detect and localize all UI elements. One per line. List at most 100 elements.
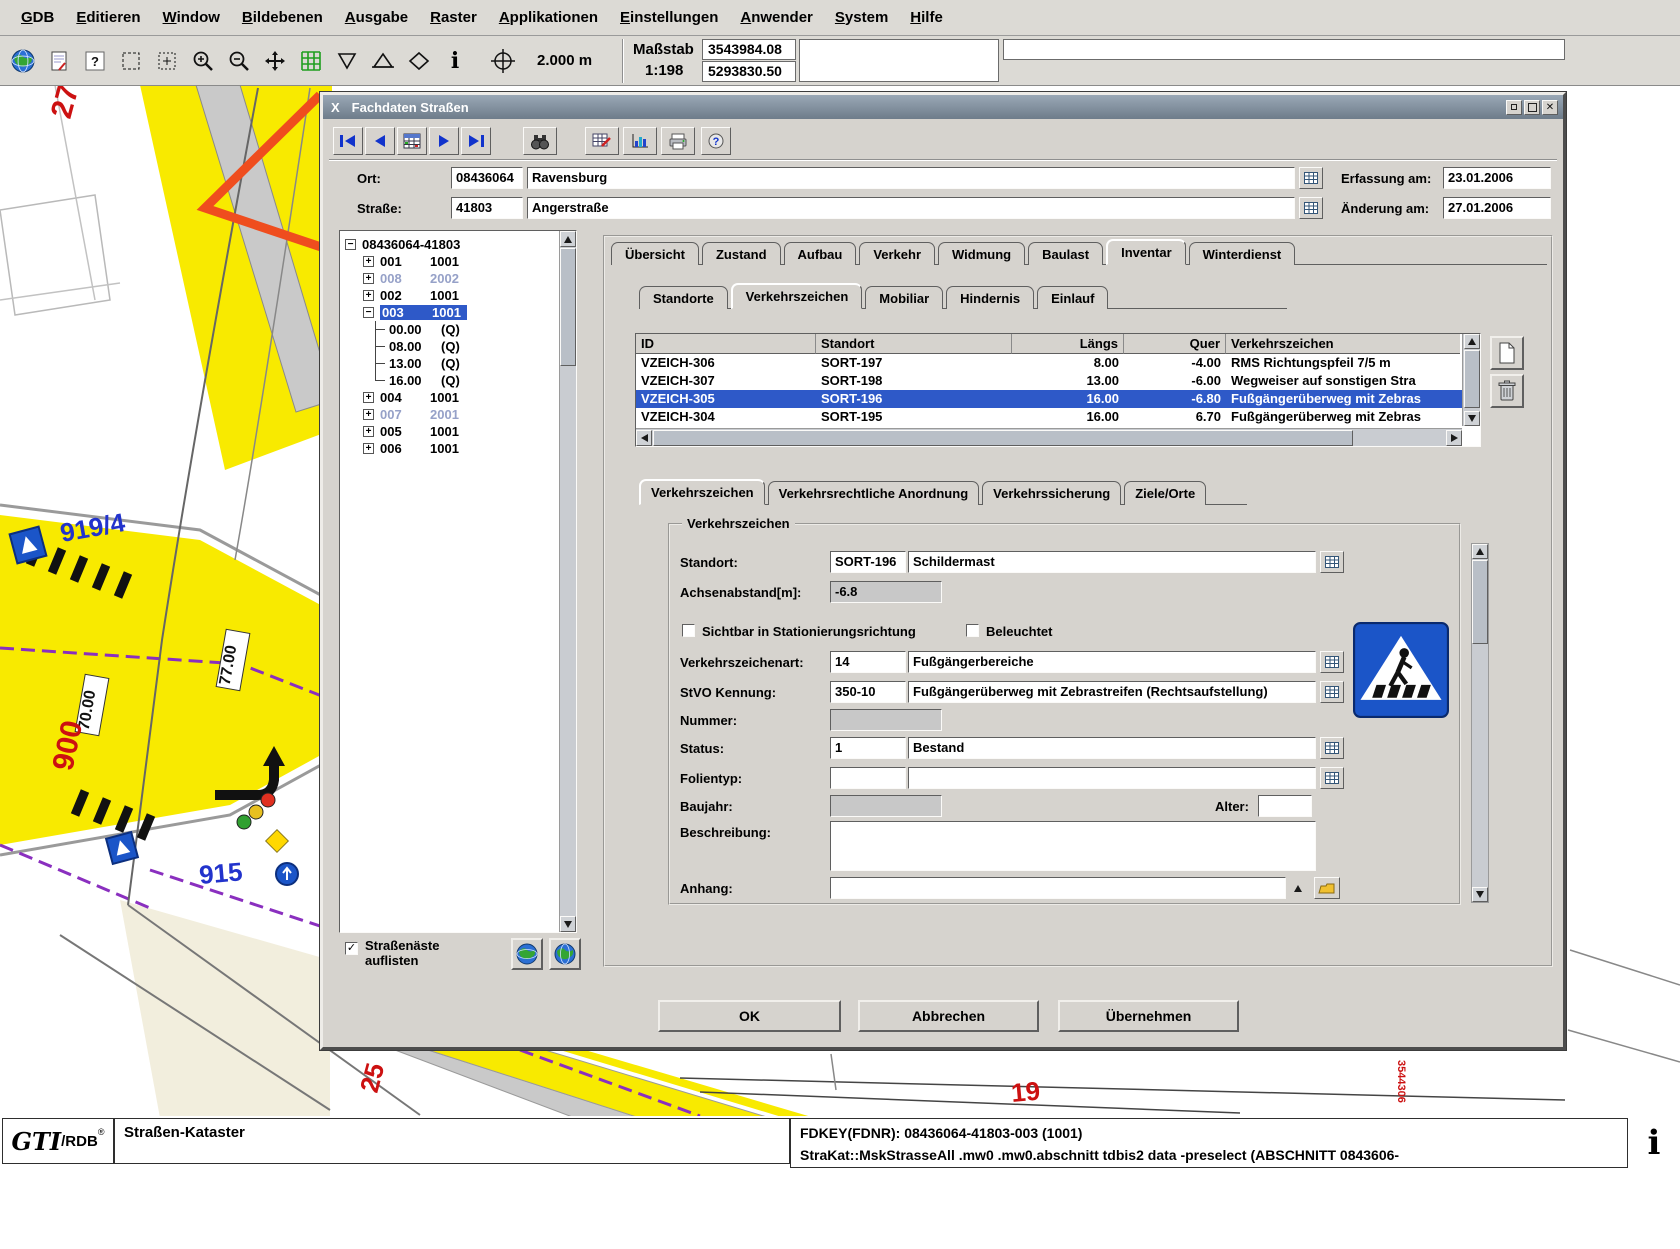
expand-icon[interactable]: +	[363, 409, 374, 420]
expand-icon[interactable]: +	[363, 426, 374, 437]
ort-lookup-button[interactable]	[1299, 167, 1323, 189]
beleuchtet-checkbox[interactable]	[966, 624, 979, 637]
scrollbar-thumb[interactable]	[560, 248, 576, 366]
achsenabstand-field[interactable]: -6.8	[830, 581, 942, 603]
strasse-code-field[interactable]: 41803	[451, 197, 523, 219]
column-header-id[interactable]: ID	[636, 334, 816, 354]
tree-node-007[interactable]: + 007 2001	[343, 406, 556, 423]
tab-mobiliar[interactable]: Mobiliar	[865, 286, 943, 309]
tab-aufbau[interactable]: Aufbau	[784, 242, 857, 265]
collapse-icon[interactable]: −	[345, 239, 356, 250]
coord-y-field[interactable]: 5293830.50	[702, 61, 796, 82]
map-locate-button[interactable]	[511, 938, 543, 970]
scroll-up-button[interactable]	[560, 231, 576, 247]
tree-station-1600[interactable]: 16.00 (Q)	[343, 372, 556, 389]
slope-triangle-icon[interactable]	[366, 42, 400, 80]
alter-field[interactable]	[1258, 795, 1312, 817]
menu-editieren[interactable]: Editieren	[65, 2, 151, 33]
column-header-standort[interactable]: Standort	[816, 334, 1012, 354]
aenderung-field[interactable]: 27.01.2006	[1443, 197, 1551, 219]
menu-gdb[interactable]: GDB	[10, 2, 65, 33]
scroll-right-button[interactable]	[1446, 430, 1462, 446]
tab-inventar[interactable]: Inventar	[1106, 239, 1186, 265]
table-row[interactable]: VZEICH-304 SORT-195 16.00 6.70 Fußgänger…	[636, 408, 1480, 426]
erfassung-field[interactable]: 23.01.2006	[1443, 167, 1551, 189]
column-header-laengs[interactable]: Längs	[1012, 334, 1124, 354]
status-name-field[interactable]: Bestand	[908, 737, 1316, 759]
collapse-icon[interactable]: −	[363, 307, 374, 318]
verkehrszeichenart-code-field[interactable]: 14	[830, 651, 906, 673]
scrollbar-thumb[interactable]	[653, 430, 1353, 446]
info-status-icon[interactable]: i	[1628, 1118, 1680, 1168]
select-rect-icon[interactable]	[114, 42, 148, 80]
diamond-icon[interactable]	[402, 42, 436, 80]
verkehrszeichenart-name-field[interactable]: Fußgängerbereiche	[908, 651, 1316, 673]
info-icon[interactable]: i	[438, 42, 472, 80]
help-box-icon[interactable]: ?	[78, 42, 112, 80]
table-row-selected[interactable]: VZEICH-305 SORT-196 16.00 -6.80 Fußgänge…	[636, 390, 1480, 408]
scroll-down-button[interactable]	[560, 916, 576, 932]
verkehrszeichenart-lookup-button[interactable]	[1320, 651, 1344, 673]
tab-detail-ziele[interactable]: Ziele/Orte	[1124, 481, 1206, 505]
sichtbar-checkbox[interactable]	[682, 624, 695, 637]
menu-bildebenen[interactable]: Bildebenen	[231, 2, 334, 33]
folientyp-code-field[interactable]	[830, 767, 906, 789]
map-zoom-button[interactable]	[549, 938, 581, 970]
maximize-button[interactable]	[1524, 100, 1540, 115]
tab-einlauf[interactable]: Einlauf	[1037, 286, 1108, 309]
dialog-title-bar[interactable]: X Fachdaten Straßen ✕	[323, 95, 1563, 119]
menu-einstellungen[interactable]: Einstellungen	[609, 2, 729, 33]
scroll-left-button[interactable]	[636, 430, 652, 446]
menu-ausgabe[interactable]: Ausgabe	[334, 2, 419, 33]
delete-record-button[interactable]	[1490, 374, 1524, 408]
standort-lookup-button[interactable]	[1320, 551, 1344, 573]
menu-applikationen[interactable]: Applikationen	[488, 2, 609, 33]
tab-baulast[interactable]: Baulast	[1028, 242, 1103, 265]
scroll-up-button[interactable]	[1472, 544, 1488, 559]
tab-detail-verkehrszeichen[interactable]: Verkehrszeichen	[639, 479, 765, 505]
nabla-icon[interactable]	[330, 42, 364, 80]
stvo-name-field[interactable]: Fußgängerüberweg mit Zebrastreifen (Rech…	[908, 681, 1316, 703]
crosshair-icon[interactable]	[486, 42, 520, 80]
nav-last-button[interactable]	[461, 127, 491, 155]
strasse-lookup-button[interactable]	[1299, 197, 1323, 219]
tree-station-0000[interactable]: 00.00 (Q)	[343, 321, 556, 338]
globe-icon[interactable]	[6, 42, 40, 80]
tree-node-001[interactable]: + 001 1001	[343, 253, 556, 270]
beschreibung-textarea[interactable]	[830, 821, 1316, 871]
column-header-verkehrszeichen[interactable]: Verkehrszeichen	[1226, 334, 1460, 354]
anhang-field[interactable]	[830, 877, 1286, 899]
edit-page-icon[interactable]	[42, 42, 76, 80]
new-record-button[interactable]	[1490, 336, 1524, 370]
scroll-up-button[interactable]	[1464, 334, 1480, 349]
expand-icon[interactable]: +	[363, 256, 374, 267]
ort-name-field[interactable]: Ravensburg	[527, 167, 1295, 189]
nummer-field[interactable]	[830, 709, 942, 731]
print-button[interactable]	[661, 127, 695, 155]
tree-root[interactable]: − 08436064-41803	[343, 236, 556, 253]
tab-verkehrszeichen[interactable]: Verkehrszeichen	[731, 283, 863, 309]
tree-station-0800[interactable]: 08.00 (Q)	[343, 338, 556, 355]
tree-station-1300[interactable]: 13.00 (Q)	[343, 355, 556, 372]
table-vscrollbar[interactable]	[1462, 334, 1480, 426]
detail-scrollbar[interactable]	[1471, 543, 1489, 903]
minimize-button[interactable]	[1506, 100, 1522, 115]
baujahr-field[interactable]	[830, 795, 942, 817]
tree-node-004[interactable]: + 004 1001	[343, 389, 556, 406]
tab-uebersicht[interactable]: Übersicht	[611, 242, 699, 265]
stvo-lookup-button[interactable]	[1320, 681, 1344, 703]
status-code-field[interactable]: 1	[830, 737, 906, 759]
nav-grid-button[interactable]	[397, 127, 427, 155]
tree-node-006[interactable]: + 006 1001	[343, 440, 556, 457]
menu-raster[interactable]: Raster	[419, 2, 488, 33]
tab-standorte[interactable]: Standorte	[639, 286, 728, 309]
anhang-folder-button[interactable]	[1314, 877, 1340, 899]
menu-window[interactable]: Window	[152, 2, 231, 33]
help-button[interactable]: ?	[701, 127, 731, 155]
table-hscrollbar[interactable]	[636, 428, 1462, 446]
zoom-out-icon[interactable]	[222, 42, 256, 80]
ort-code-field[interactable]: 08436064	[451, 167, 523, 189]
expand-icon[interactable]: +	[363, 290, 374, 301]
strasse-name-field[interactable]: Angerstraße	[527, 197, 1295, 219]
standort-name-field[interactable]: Schildermast	[908, 551, 1316, 573]
